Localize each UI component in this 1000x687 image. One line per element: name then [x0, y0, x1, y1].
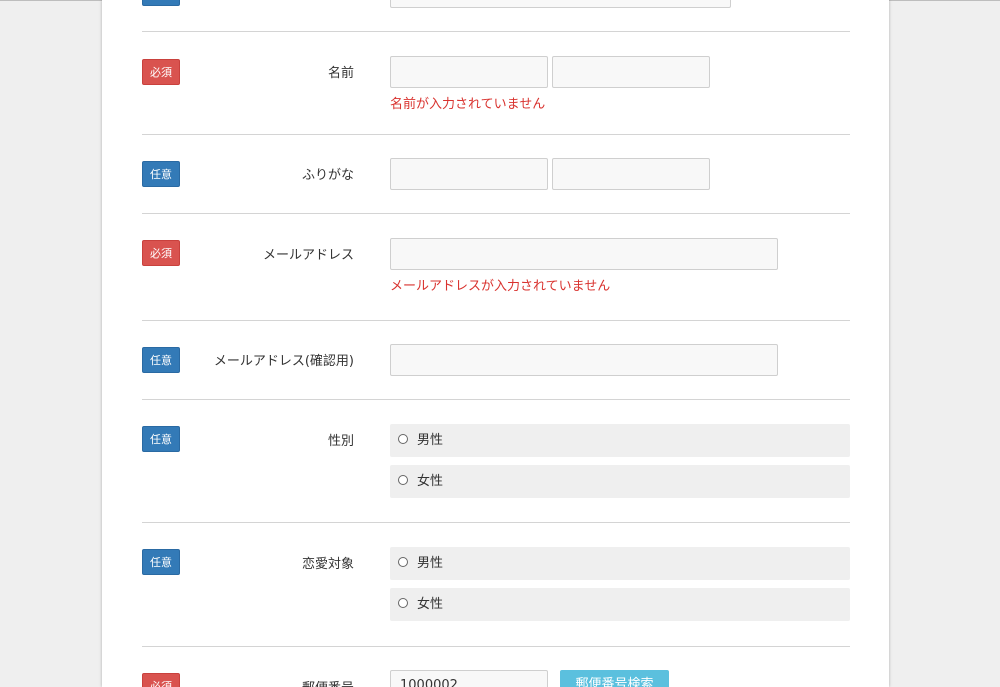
first-name-input[interactable] — [552, 56, 710, 88]
optional-badge: 任意 — [142, 161, 180, 187]
row-divider — [142, 522, 850, 523]
row-divider — [142, 320, 850, 321]
required-badge: 必須 — [142, 240, 180, 266]
furigana-label: ふりがな — [301, 168, 354, 183]
love-target-label: 恋愛対象 — [301, 557, 354, 572]
love-target-option-male[interactable]: 男性 — [390, 547, 850, 580]
name-error-message: 名前が入力されていません — [390, 97, 546, 112]
row-divider — [142, 134, 850, 135]
radio-button[interactable] — [398, 475, 408, 485]
love-target-option-female[interactable]: 女性 — [390, 588, 850, 621]
email-label: メールアドレス — [262, 248, 354, 263]
optional-badge: 任意 — [142, 426, 180, 452]
optional-badge: 任意 — [142, 549, 180, 575]
row-divider — [142, 399, 850, 400]
radio-option-label: 女性 — [417, 474, 444, 489]
row-divider — [142, 31, 850, 32]
row-divider — [142, 213, 850, 214]
radio-button[interactable] — [398, 434, 408, 444]
gender-option-female[interactable]: 女性 — [390, 465, 850, 498]
email-confirm-input[interactable] — [390, 344, 778, 376]
form-card: 任意 必須 名前 名前が入力されていません 任意 ふりがな 必須 メールアドレス… — [102, 0, 889, 687]
radio-option-label: 男性 — [417, 433, 444, 448]
last-name-input[interactable] — [390, 56, 548, 88]
furigana-last-input[interactable] — [390, 158, 548, 190]
radio-option-label: 女性 — [417, 597, 444, 612]
previous-field-input[interactable] — [390, 0, 731, 8]
optional-badge: 任意 — [142, 0, 180, 6]
radio-button[interactable] — [398, 598, 408, 608]
email-confirm-label: メールアドレス(確認用) — [213, 354, 354, 369]
optional-badge: 任意 — [142, 347, 180, 373]
row-divider — [142, 646, 850, 647]
name-label: 名前 — [327, 66, 354, 81]
required-badge: 必須 — [142, 59, 180, 85]
postal-code-label: 郵便番号 — [302, 677, 354, 687]
postal-code-search-button[interactable]: 郵便番号検索 — [560, 670, 669, 687]
furigana-first-input[interactable] — [552, 158, 710, 190]
gender-option-male[interactable]: 男性 — [390, 424, 850, 457]
radio-button[interactable] — [398, 557, 408, 567]
email-input[interactable] — [390, 238, 778, 270]
gender-label: 性別 — [327, 434, 354, 449]
email-error-message: メールアドレスが入力されていません — [390, 279, 611, 294]
radio-option-label: 男性 — [417, 556, 444, 571]
required-badge: 必須 — [142, 673, 180, 687]
postal-code-input[interactable]: 1000002 — [390, 670, 548, 687]
